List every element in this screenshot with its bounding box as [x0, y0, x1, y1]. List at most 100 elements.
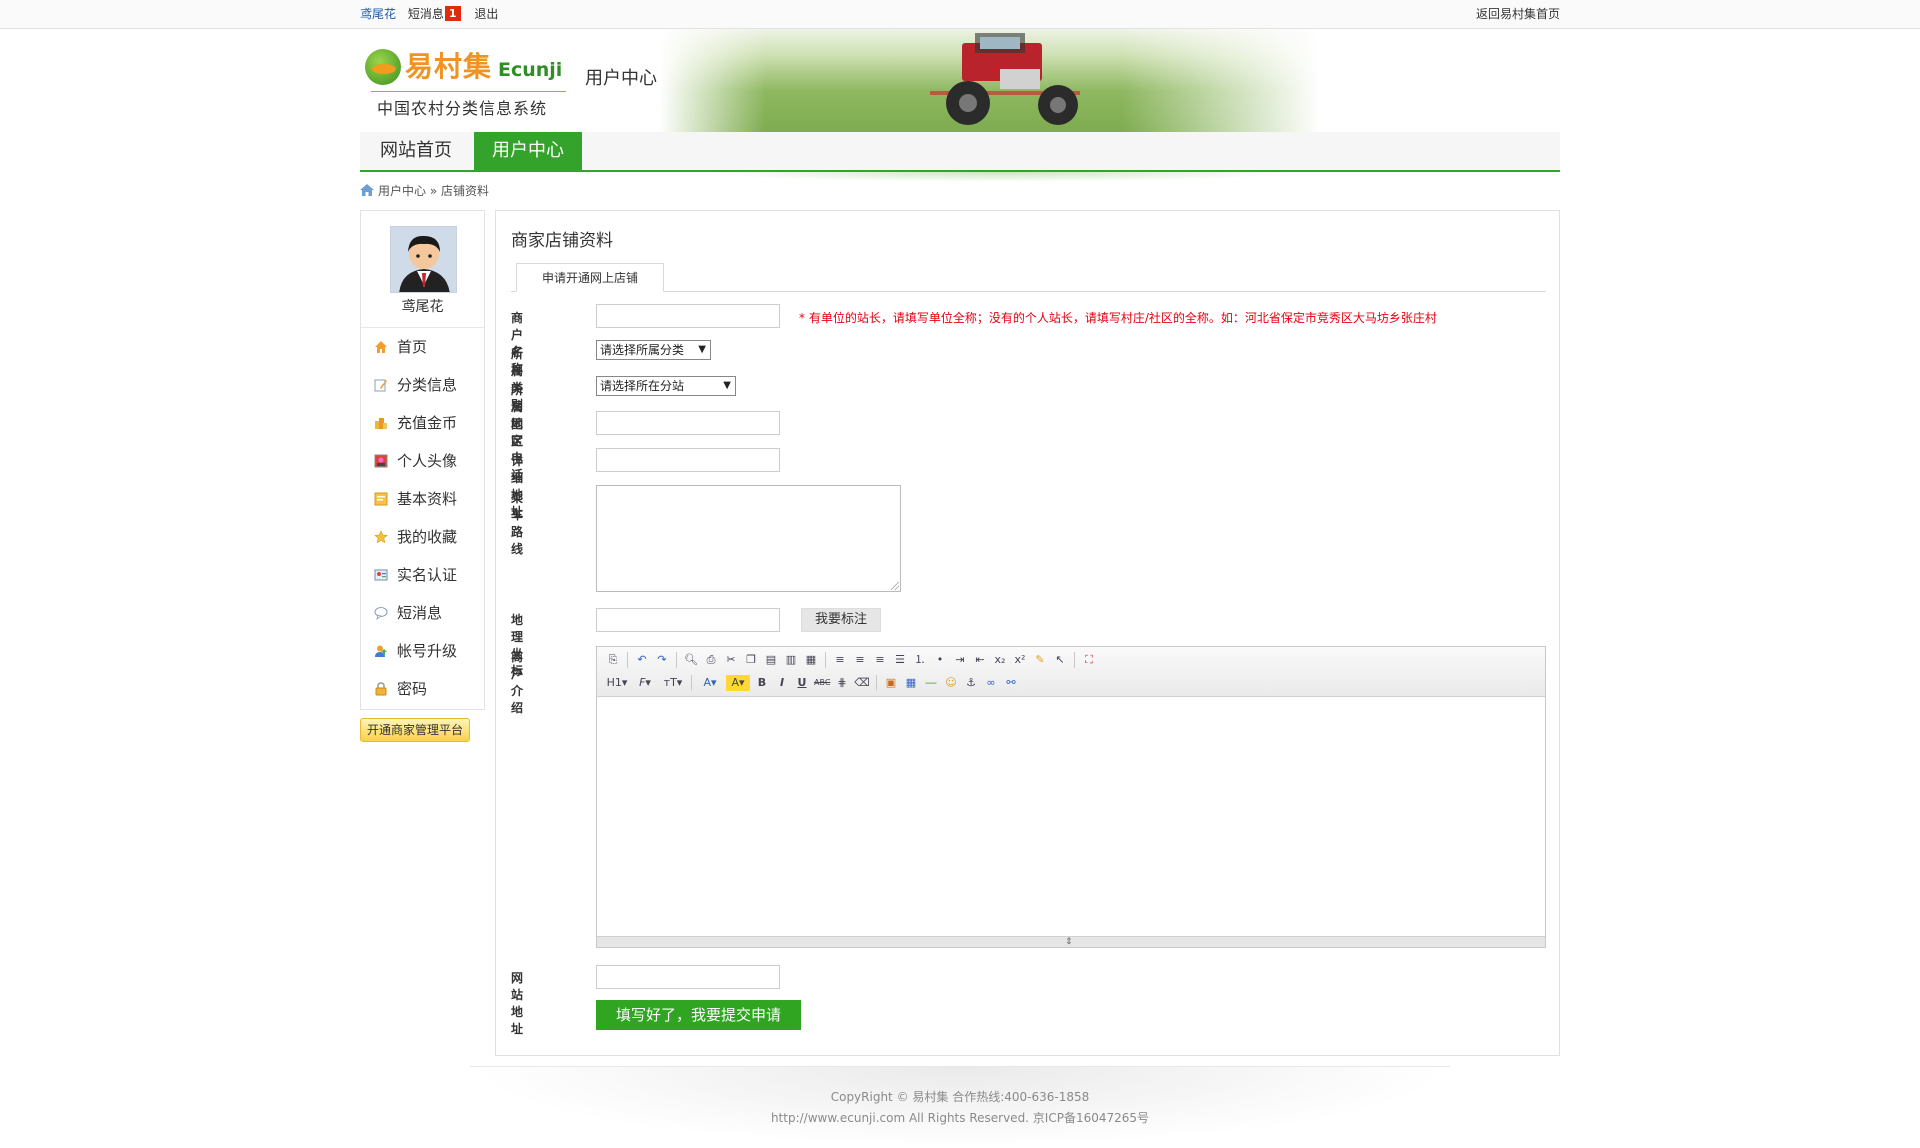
highlight-icon[interactable]: A▾ — [726, 675, 750, 691]
sidebar-item-recharge[interactable]: 充值金币 — [361, 404, 484, 442]
shop-name-hint: * 有单位的站长，请填写单位全称；没有的个人站长，请填写村庄/社区的全称。如：河… — [799, 311, 1437, 325]
editor-resize-bar[interactable]: ⇕ — [597, 936, 1545, 947]
profile-card-icon — [374, 492, 388, 506]
sidebar-username: 鸢尾花 — [401, 299, 444, 315]
preview-icon[interactable]: 🔍︎ — [683, 652, 699, 668]
footer-rights: http://www.ecunji.com All Rights Reserve… — [770, 1111, 1150, 1125]
toolbar-row-2: H1▾ F▾ тT▾ A▾ A▾ B I U ABC ⋕ ⌫ ▣ ▦ ― ☺ ⚓… — [605, 673, 1023, 693]
footer-shadow — [470, 1067, 1450, 1147]
unlink-icon[interactable]: ⚯ — [1003, 675, 1019, 691]
nav-glow — [700, 172, 1300, 182]
sidebar-item-password[interactable]: 密码 — [361, 670, 484, 708]
strikethrough-icon[interactable]: ABC — [814, 675, 830, 691]
messages-count-badge: 1 — [444, 6, 461, 21]
print-icon[interactable]: ⎙ — [703, 652, 719, 668]
open-merchant-platform-button[interactable]: 开通商家管理平台 — [360, 718, 470, 742]
paste-icon[interactable]: ▤ — [763, 652, 779, 668]
align-left-icon[interactable]: ≡ — [832, 652, 848, 668]
phone-input[interactable] — [596, 411, 780, 435]
avatar[interactable] — [390, 226, 457, 293]
toolbar-separator — [825, 652, 826, 668]
category-select[interactable]: 请选择所属分类 ▼ — [596, 340, 711, 360]
region-select[interactable]: 请选择所在分站 ▼ — [596, 376, 736, 396]
font-color-icon[interactable]: A▾ — [698, 675, 722, 691]
align-center-icon[interactable]: ≡ — [852, 652, 868, 668]
align-right-icon[interactable]: ≡ — [872, 652, 888, 668]
remove-format-icon[interactable]: ⌫ — [854, 675, 870, 691]
select-all-icon[interactable]: ↖ — [1052, 652, 1068, 668]
editor-content-area[interactable] — [597, 697, 1545, 937]
portrait-icon — [374, 454, 388, 468]
paste-word-icon[interactable]: ▦ — [803, 652, 819, 668]
line-height-icon[interactable]: ⋕ — [834, 675, 850, 691]
page-title: 商家店铺资料 — [511, 231, 613, 251]
justify-icon[interactable]: ☰ — [892, 652, 908, 668]
sidebar-item-home[interactable]: 首页 — [361, 328, 484, 366]
resize-grip-icon[interactable] — [891, 582, 899, 590]
horizontal-rule-icon[interactable]: ― — [923, 675, 939, 691]
sidebar-item-messages[interactable]: 短消息 — [361, 594, 484, 632]
font-family-icon[interactable]: F▾ — [633, 675, 657, 691]
website-input[interactable] — [596, 965, 780, 989]
messages-link[interactable]: 短消息 1 — [408, 6, 461, 21]
mark-location-button[interactable]: 我要标注 — [801, 608, 881, 632]
table-icon[interactable]: ▦ — [903, 675, 919, 691]
nav-tab-user-center[interactable]: 用户中心 — [474, 132, 582, 170]
fullscreen-icon[interactable]: ⛶ — [1081, 652, 1097, 668]
toolbar-row-1: ⎘ ↶ ↷ 🔍︎ ⎙ ✂ ❐ ▤ ▥ ▦ ≡ ≡ ≡ ☰ ⒈ • ⇥ ⇤ x₂ … — [605, 650, 1101, 670]
cut-icon[interactable]: ✂ — [723, 652, 739, 668]
sidebar-item-classified[interactable]: 分类信息 — [361, 366, 484, 404]
breadcrumb-root[interactable]: 用户中心 — [378, 184, 426, 198]
emoticon-icon[interactable]: ☺ — [943, 675, 959, 691]
geo-input[interactable] — [596, 608, 780, 632]
anchor-icon[interactable]: ⚓ — [963, 675, 979, 691]
undo-icon[interactable]: ↶ — [634, 652, 650, 668]
tab-apply-shop[interactable]: 申请开通网上店铺 — [516, 263, 664, 292]
redo-icon[interactable]: ↷ — [654, 652, 670, 668]
home-icon — [360, 184, 374, 196]
superscript-icon[interactable]: x² — [1012, 652, 1028, 668]
unordered-list-icon[interactable]: • — [932, 652, 948, 668]
indent-icon[interactable]: ⇥ — [952, 652, 968, 668]
main-nav: 网站首页 用户中心 — [360, 132, 1560, 172]
sidebar-item-profile[interactable]: 基本资料 — [361, 480, 484, 518]
toolbar-separator — [691, 675, 692, 691]
sidebar-item-label: 实名认证 — [397, 566, 458, 584]
nav-tab-site-home[interactable]: 网站首页 — [360, 132, 472, 170]
italic-icon[interactable]: I — [774, 675, 790, 691]
route-textarea[interactable] — [596, 485, 901, 592]
submit-application-button[interactable]: 填写好了，我要提交申请 — [596, 1000, 801, 1030]
address-input[interactable] — [596, 448, 780, 472]
sidebar-item-label: 基本资料 — [397, 490, 458, 508]
image-icon[interactable]: ▣ — [883, 675, 899, 691]
logo-en-text: Ecunji — [498, 59, 563, 81]
logo-subtitle: 中国农村分类信息系统 — [377, 99, 548, 118]
resize-handle-icon[interactable]: ⇕ — [1065, 937, 1073, 947]
paste-text-icon[interactable]: ▥ — [783, 652, 799, 668]
sidebar-item-upgrade[interactable]: 帐号升级 — [361, 632, 484, 670]
sidebar-item-avatar[interactable]: 个人头像 — [361, 442, 484, 480]
site-home-link[interactable]: 返回易村集首页 — [1476, 0, 1560, 28]
username-link[interactable]: 鸢尾花 — [360, 7, 396, 21]
source-icon[interactable]: ⎘ — [605, 652, 621, 668]
home-icon — [375, 341, 387, 353]
sidebar-item-label: 首页 — [397, 338, 428, 356]
link-icon[interactable]: ∞ — [983, 675, 999, 691]
outdent-icon[interactable]: ⇤ — [972, 652, 988, 668]
sidebar-item-verification[interactable]: 实名认证 — [361, 556, 484, 594]
subscript-icon[interactable]: x₂ — [992, 652, 1008, 668]
shop-name-input[interactable] — [596, 304, 780, 328]
logout-link[interactable]: 退出 — [474, 7, 498, 21]
font-size-icon[interactable]: тT▾ — [661, 675, 685, 691]
heading-icon[interactable]: H1▾ — [605, 675, 629, 691]
logo-cn-text: 易村集 — [405, 50, 493, 83]
ordered-list-icon[interactable]: ⒈ — [912, 652, 928, 668]
sidebar-item-favorites[interactable]: 我的收藏 — [361, 518, 484, 556]
underline-icon[interactable]: U — [794, 675, 810, 691]
bold-icon[interactable]: B — [754, 675, 770, 691]
copy-icon[interactable]: ❐ — [743, 652, 759, 668]
tractor-image — [930, 33, 1080, 125]
breadcrumb-current: 店铺资料 — [441, 184, 490, 198]
format-brush-icon[interactable]: ✎ — [1032, 652, 1048, 668]
site-logo[interactable]: 易村集 Ecunji 中国农村分类信息系统 — [365, 45, 575, 125]
